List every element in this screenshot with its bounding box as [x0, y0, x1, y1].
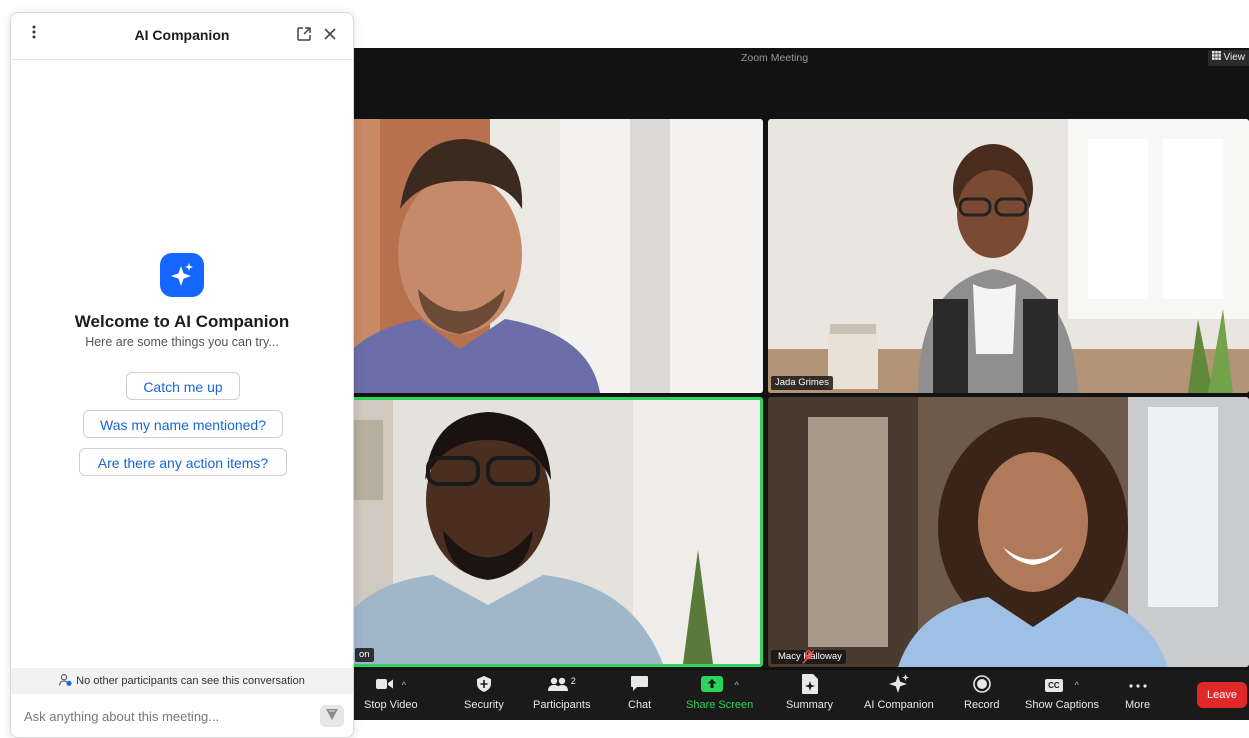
show-captions-label: Show Captions — [1025, 699, 1099, 711]
video-tile-active-speaker[interactable]: on — [300, 397, 763, 667]
panel-header: AI Companion — [11, 13, 353, 60]
zoom-meeting-window: Zoom Meeting View Jada Grimes on Macy Ha… — [300, 48, 1249, 720]
stop-video-label: Stop Video — [364, 699, 418, 711]
view-button[interactable]: View — [1207, 50, 1249, 66]
summary-button[interactable]: Summary — [786, 673, 834, 718]
video-tile[interactable] — [300, 119, 763, 393]
participant-video — [303, 400, 760, 664]
suggestion-name-mentioned[interactable]: Was my name mentioned? — [83, 410, 283, 438]
pop-out-icon[interactable] — [296, 26, 314, 44]
privacy-note-text: No other participants can see this conve… — [76, 675, 305, 687]
shield-icon — [476, 675, 491, 695]
more-button[interactable]: More — [1125, 674, 1150, 718]
chevron-up-icon[interactable]: ^ — [735, 680, 739, 690]
chat-bubble-icon — [631, 676, 649, 694]
ai-companion-panel: AI Companion Welcome to AI Companion Her… — [10, 12, 354, 738]
chat-button[interactable]: Chat — [628, 674, 651, 718]
view-label: View — [1223, 52, 1246, 63]
participant-video — [768, 119, 1249, 393]
send-button[interactable] — [320, 705, 344, 727]
suggestion-action-items[interactable]: Are there any action items? — [79, 448, 287, 476]
grid-icon — [1211, 50, 1221, 66]
video-tile[interactable]: Macy Halloway — [768, 397, 1249, 667]
share-screen-label: Share Screen — [686, 699, 754, 711]
video-camera-icon — [375, 678, 394, 693]
chevron-up-icon[interactable]: ^ — [1075, 680, 1079, 690]
people-icon — [547, 677, 568, 694]
summary-label: Summary — [786, 699, 834, 711]
send-icon — [326, 707, 338, 725]
more-label: More — [1125, 699, 1151, 711]
welcome-title: Welcome to AI Companion — [74, 312, 290, 331]
record-icon — [972, 674, 991, 696]
stop-video-button[interactable]: ^ Stop Video — [364, 674, 418, 718]
participant-video — [300, 119, 763, 393]
video-tile[interactable]: Jada Grimes — [768, 119, 1249, 393]
ask-input[interactable] — [11, 694, 353, 737]
close-icon[interactable] — [322, 26, 340, 44]
meeting-toolbar: ^ Stop Video Security 2 Participants Cha… — [300, 670, 1249, 720]
participants-button[interactable]: 2 Participants — [533, 674, 590, 718]
record-button[interactable]: Record — [964, 674, 999, 718]
summary-document-icon — [801, 673, 818, 697]
participant-name: Jada Grimes — [771, 376, 833, 390]
privacy-note: No other participants can see this conve… — [11, 668, 353, 694]
welcome-subtitle: Here are some things you can try... — [85, 335, 279, 349]
participants-label: Participants — [533, 699, 591, 711]
chat-label: Chat — [628, 699, 652, 711]
window-title: Zoom Meeting — [740, 52, 809, 64]
security-label: Security — [464, 699, 504, 711]
chevron-up-icon[interactable]: ^ — [402, 680, 406, 690]
leave-button[interactable]: Leave — [1197, 682, 1247, 708]
security-button[interactable]: Security — [464, 674, 504, 718]
suggestion-catch-me-up[interactable]: Catch me up — [126, 372, 240, 400]
show-captions-button[interactable]: CC ^ Show Captions — [1025, 674, 1099, 718]
more-dots-icon — [1128, 679, 1147, 691]
participants-count: 2 — [570, 676, 576, 686]
participant-name: Macy Halloway — [771, 650, 846, 664]
ai-companion-sparkle-icon — [160, 253, 204, 297]
private-user-icon — [59, 673, 72, 689]
share-screen-button[interactable]: ^ Share Screen — [686, 674, 753, 718]
closed-captions-icon: CC — [1045, 678, 1063, 692]
participant-name: on — [355, 648, 374, 662]
ai-companion-button[interactable]: AI Companion — [864, 673, 934, 718]
ai-companion-label: AI Companion — [864, 699, 934, 711]
record-label: Record — [964, 699, 1000, 711]
participant-video — [768, 397, 1249, 667]
sparkle-icon — [888, 673, 910, 697]
share-screen-icon — [700, 675, 723, 695]
